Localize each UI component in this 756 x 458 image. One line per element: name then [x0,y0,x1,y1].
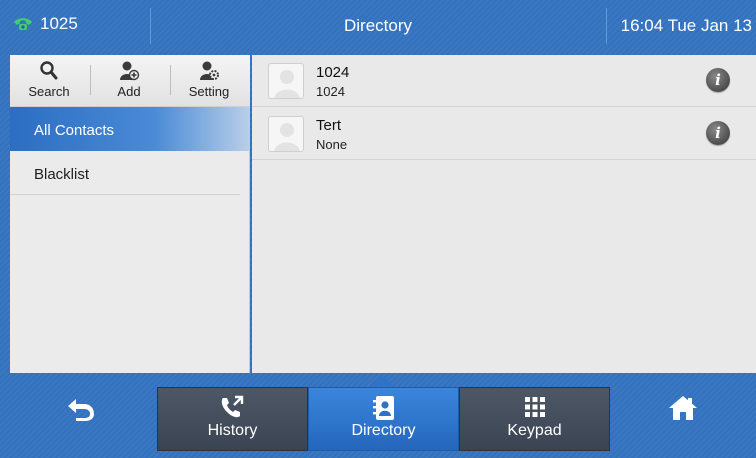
directory-label: Directory [351,422,416,439]
contact-avatar-icon [268,63,304,99]
clock: 16:04 Tue Jan 13 [620,16,752,35]
info-icon[interactable]: i [706,121,730,145]
setting-button[interactable]: Setting [174,60,244,99]
search-label: Search [28,84,70,99]
keypad-icon [460,388,609,422]
directory-icon [309,388,458,422]
divider [10,194,240,195]
contact-name: 1024 [316,64,350,81]
history-label: History [207,422,258,439]
add-label: Add [117,84,141,99]
home-button[interactable] [648,387,718,451]
add-contact-icon [94,60,164,84]
group-label: All Contacts [34,122,115,139]
group-panel: Search Add Setting All Contacts Blacklis… [10,55,250,373]
setting-label: Setting [188,84,230,99]
tab-history[interactable]: History [157,387,308,451]
directory-toolbar: Search Add Setting [10,55,250,107]
divider [606,8,607,44]
contact-number: None [316,137,348,152]
home-icon [648,387,718,421]
add-contact-button[interactable]: Add [94,60,164,99]
back-button[interactable] [46,387,116,451]
status-bar: 1025 Directory 16:04 Tue Jan 13 [0,0,756,52]
contact-number: 1024 [316,84,345,99]
toolbar-divider [90,65,91,95]
toolbar-divider [170,65,171,95]
search-button[interactable]: Search [14,60,84,99]
search-icon [14,60,84,84]
contact-row[interactable]: 1024 1024 i [252,55,756,107]
keypad-label: Keypad [507,422,562,439]
group-blacklist[interactable]: Blacklist [10,151,250,195]
group-label: Blacklist [34,166,90,183]
history-icon [158,388,307,422]
contact-avatar-icon [268,116,304,152]
info-icon[interactable]: i [706,68,730,92]
tab-directory[interactable]: Directory [308,387,459,451]
back-arrow-icon [46,387,116,421]
tab-keypad[interactable]: Keypad [459,387,610,451]
group-all-contacts[interactable]: All Contacts [10,107,250,151]
contact-name: Tert [316,117,342,134]
contact-list: 1024 1024 i Tert None i [252,55,756,373]
active-tab-indicator [373,376,393,386]
contact-row[interactable]: Tert None i [252,108,756,160]
contact-settings-icon [174,60,244,84]
